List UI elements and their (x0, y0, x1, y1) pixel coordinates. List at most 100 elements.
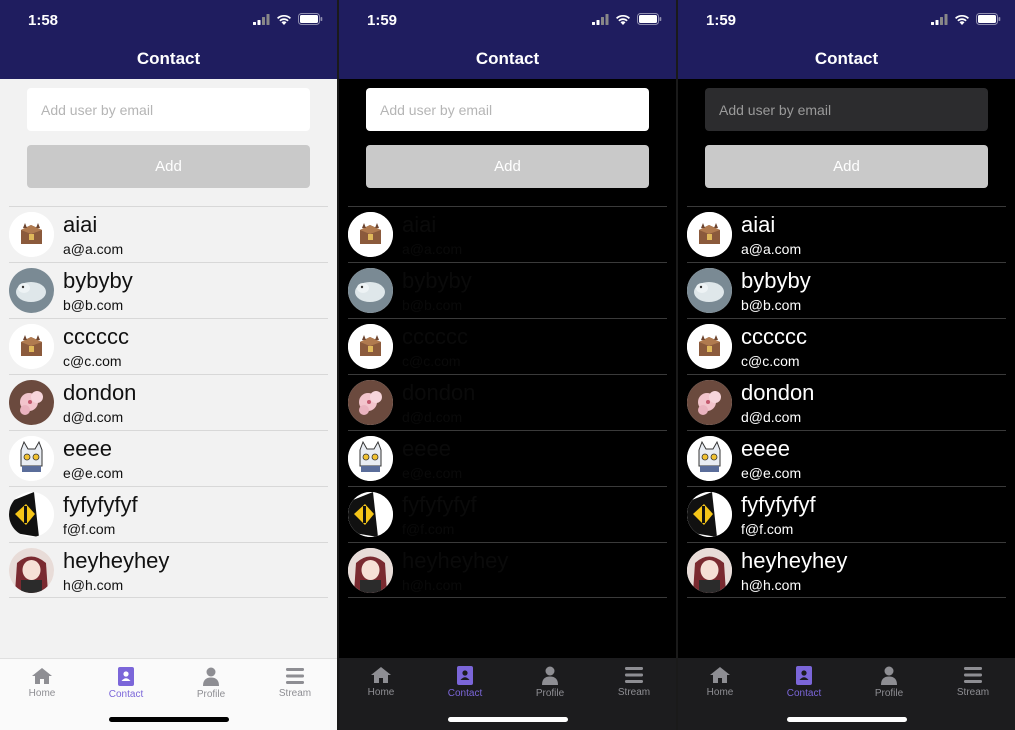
avatar-white-bird (348, 268, 393, 313)
battery-icon (298, 13, 323, 25)
contact-email: a@a.com (402, 241, 463, 257)
contact-row[interactable]: dondon d@d.com (687, 374, 1006, 430)
contact-row[interactable]: bybyby b@b.com (348, 262, 667, 318)
contact-row[interactable]: fyfyfyfyf f@f.com (9, 486, 328, 542)
contact-email: c@c.com (402, 353, 461, 369)
wifi-icon (955, 14, 969, 25)
contact-email: h@h.com (63, 577, 124, 593)
contact-email: f@f.com (63, 521, 116, 537)
avatar-yellow-eye (348, 492, 393, 537)
contact-name: eeee (402, 436, 451, 461)
tab-label: Contact (447, 688, 483, 699)
contact-name: bybyby (402, 268, 472, 293)
tab-stream[interactable]: Stream (265, 667, 325, 699)
person-icon (542, 666, 558, 685)
tab-profile[interactable]: Profile (181, 667, 241, 700)
contact-row[interactable]: heyheyhey h@h.com (348, 542, 667, 598)
contact-name: cccccc (63, 324, 129, 349)
contact-email: a@a.com (63, 241, 124, 257)
tab-contact[interactable]: Contact (774, 666, 834, 699)
avatar-treasure-chest (9, 324, 54, 369)
tab-stream[interactable]: Stream (604, 666, 664, 698)
contact-name: dondon (741, 380, 815, 405)
home-indicator (109, 717, 229, 722)
contact-book-icon (796, 666, 812, 685)
battery-icon (976, 13, 1001, 25)
status-time: 1:59 (367, 12, 398, 29)
contact-name: aiai (741, 212, 776, 237)
contact-list: aiai a@a.com bybyby b@b.com cccccc c@c.c… (9, 206, 328, 598)
tab-label: Stream (617, 687, 651, 698)
status-time: 1:58 (28, 12, 59, 29)
contact-row[interactable]: heyheyhey h@h.com (687, 542, 1006, 598)
tab-home[interactable]: Home (351, 666, 411, 698)
home-indicator (787, 717, 907, 722)
contact-row[interactable]: eeee e@e.com (687, 430, 1006, 486)
contact-row[interactable]: heyheyhey h@h.com (9, 542, 328, 598)
contact-name: eeee (741, 436, 790, 461)
avatar-treasure-chest (348, 324, 393, 369)
battery-icon (637, 13, 662, 25)
avatar-treasure-chest (687, 324, 732, 369)
status-icons (592, 13, 662, 25)
avatar-cat-robot (9, 436, 54, 481)
tab-home[interactable]: Home (12, 667, 72, 699)
contact-row[interactable]: aiai a@a.com (9, 206, 328, 262)
contact-row[interactable]: dondon d@d.com (348, 374, 667, 430)
contact-email: h@h.com (741, 577, 802, 593)
tab-profile[interactable]: Profile (859, 666, 919, 699)
avatar-treasure-chest (9, 212, 54, 257)
add-button[interactable]: Add (27, 145, 310, 188)
avatar-treasure-chest (348, 212, 393, 257)
contact-row[interactable]: dondon d@d.com (9, 374, 328, 430)
contact-book-icon (118, 667, 134, 686)
tab-label: Stream (956, 687, 990, 698)
contact-row[interactable]: aiai a@a.com (348, 206, 667, 262)
add-button[interactable]: Add (366, 145, 649, 188)
person-icon (203, 667, 219, 686)
wifi-icon (277, 14, 291, 25)
email-input[interactable] (705, 88, 988, 131)
email-input[interactable] (27, 88, 310, 131)
contact-row[interactable]: eeee e@e.com (348, 430, 667, 486)
tab-contact[interactable]: Contact (96, 667, 156, 700)
contact-row[interactable]: bybyby b@b.com (9, 262, 328, 318)
status-icons (253, 13, 323, 25)
tab-home[interactable]: Home (690, 666, 750, 698)
contact-row[interactable]: fyfyfyfyf f@f.com (687, 486, 1006, 542)
person-icon (881, 666, 897, 685)
tab-label: Home (28, 688, 56, 699)
avatar-cherry-blossom (9, 380, 54, 425)
avatar-treasure-chest (687, 212, 732, 257)
contact-row[interactable]: cccccc c@c.com (348, 318, 667, 374)
email-input[interactable] (366, 88, 649, 131)
tab-label: Profile (196, 689, 226, 700)
avatar-cat-robot (687, 436, 732, 481)
add-button[interactable]: Add (705, 145, 988, 188)
contact-row[interactable]: eeee e@e.com (9, 430, 328, 486)
avatar-anime-girl (687, 548, 732, 593)
contact-email: b@b.com (741, 297, 802, 313)
tab-profile[interactable]: Profile (520, 666, 580, 699)
contact-email: e@e.com (63, 465, 124, 481)
contact-row[interactable]: bybyby b@b.com (687, 262, 1006, 318)
tab-contact[interactable]: Contact (435, 666, 495, 699)
contact-row[interactable]: cccccc c@c.com (9, 318, 328, 374)
avatar-cherry-blossom (348, 380, 393, 425)
contact-row[interactable]: cccccc c@c.com (687, 318, 1006, 374)
contact-email: c@c.com (741, 353, 800, 369)
contact-name: heyheyhey (402, 548, 509, 573)
contact-email: f@f.com (402, 521, 455, 537)
contact-name: eeee (63, 436, 112, 461)
contact-email: d@d.com (402, 409, 463, 425)
contact-name: heyheyhey (63, 548, 170, 573)
avatar-yellow-eye (687, 492, 732, 537)
contact-name: aiai (63, 212, 98, 237)
contact-list: aiai a@a.com bybyby b@b.com cccccc c@c.c… (348, 206, 667, 598)
home-icon (371, 667, 391, 683)
contact-row[interactable]: fyfyfyfyf f@f.com (348, 486, 667, 542)
home-icon (32, 668, 52, 684)
tab-stream[interactable]: Stream (943, 666, 1003, 698)
contact-row[interactable]: aiai a@a.com (687, 206, 1006, 262)
contact-name: fyfyfyfyf (63, 492, 138, 517)
